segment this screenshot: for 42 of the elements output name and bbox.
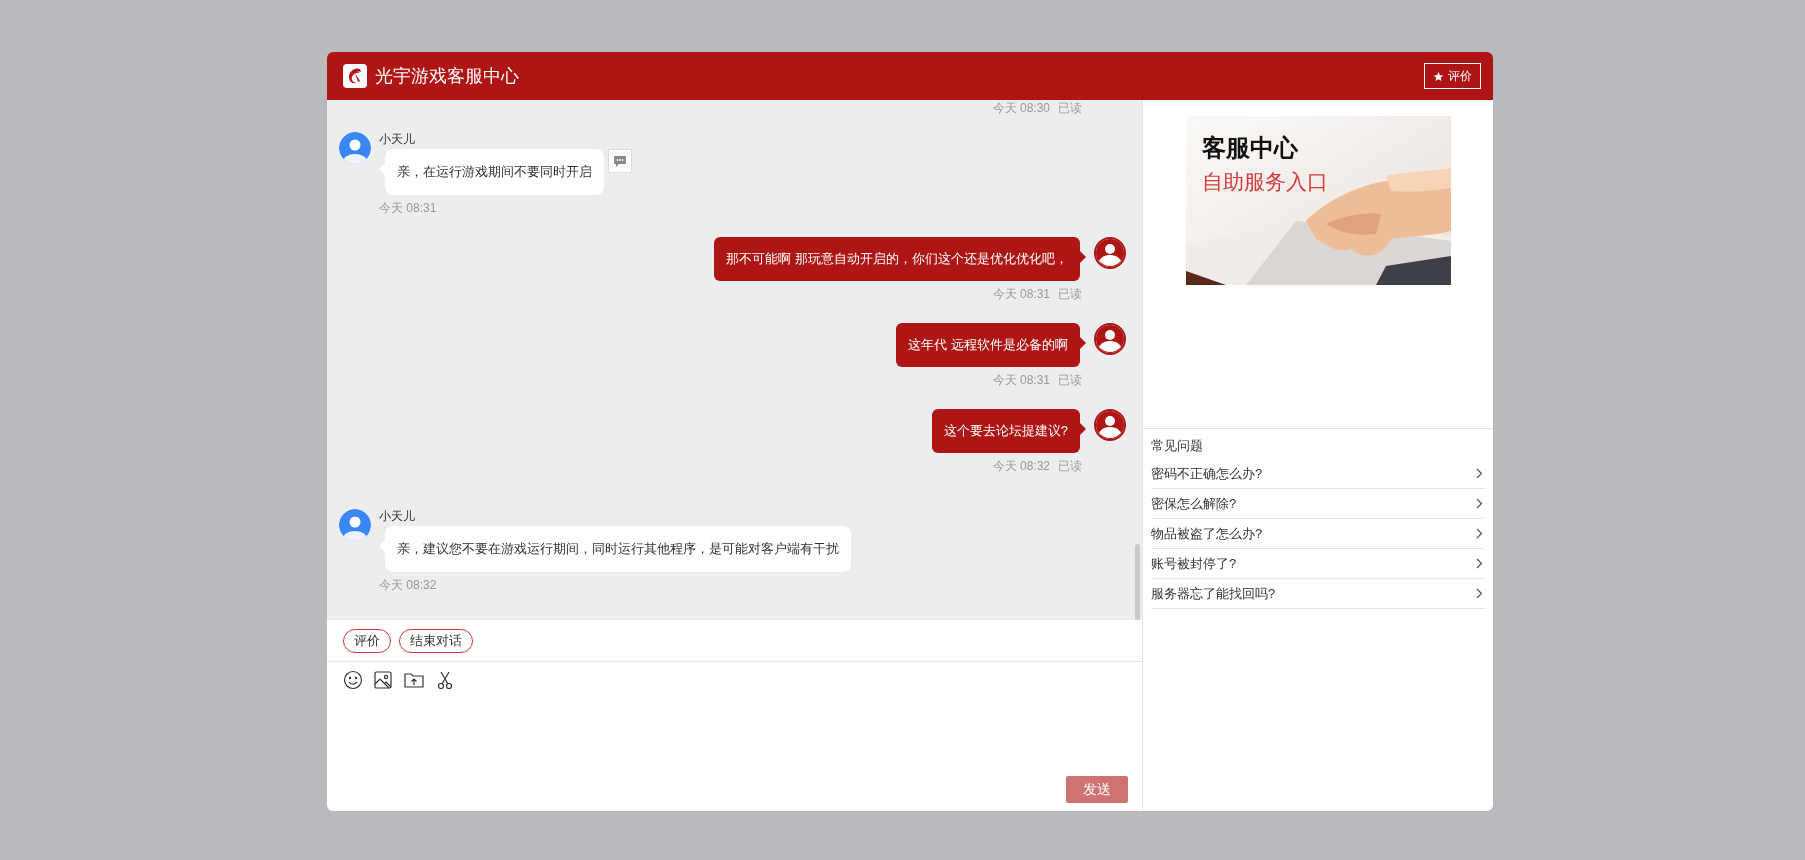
faq-heading: 常见问题 — [1151, 437, 1204, 455]
avatar-icon — [1094, 409, 1126, 441]
chevron-right-icon — [1476, 588, 1483, 599]
folder-upload-icon[interactable] — [403, 670, 425, 690]
comment-icon — [614, 155, 626, 167]
avatar-icon — [339, 509, 371, 541]
faq-item[interactable]: 账号被封停了? — [1151, 549, 1485, 579]
chevron-right-icon — [1476, 558, 1483, 569]
action-button[interactable]: 结束对话 — [399, 628, 473, 653]
emoji-icon[interactable] — [343, 670, 363, 690]
banner-subtitle: 自助服务入口 — [1201, 169, 1328, 195]
sender-name: 小天儿 — [379, 509, 416, 523]
reply-button[interactable] — [608, 149, 632, 173]
avatar-icon — [1094, 323, 1126, 355]
faq-item[interactable]: 密保怎么解除? — [1151, 489, 1485, 519]
chevron-right-icon — [1476, 468, 1483, 479]
logo-icon — [343, 64, 367, 88]
scissors-icon[interactable] — [435, 670, 455, 690]
message-time: 今天 08:30 — [992, 100, 1050, 116]
message-time: 今天 08:32 — [992, 458, 1050, 475]
read-status: 已读 — [1058, 372, 1082, 389]
message-time: 今天 08:31 — [992, 286, 1050, 303]
chevron-right-icon — [1476, 498, 1483, 509]
faq-item[interactable]: 物品被盗了怎么办? — [1151, 519, 1485, 549]
read-status: 已读 — [1058, 100, 1082, 116]
message-time: 今天 08:32 — [379, 577, 437, 594]
window-title: 光宇游戏客服中心 — [375, 64, 519, 88]
sender-name: 小天儿 — [379, 132, 416, 146]
avatar-icon — [1094, 237, 1126, 269]
image-icon[interactable] — [373, 670, 393, 690]
message-time: 今天 08:31 — [379, 200, 437, 217]
read-status: 已读 — [1058, 286, 1082, 303]
read-status: 已读 — [1058, 458, 1082, 475]
faq-item[interactable]: 服务器忘了能找回吗? — [1151, 579, 1485, 609]
star-icon — [1433, 70, 1444, 82]
banner-title: 客服中心 — [1201, 133, 1298, 163]
action-button[interactable]: 评价 — [343, 628, 391, 653]
chevron-right-icon — [1476, 528, 1483, 539]
faq-item[interactable]: 密码不正确怎么办? — [1151, 459, 1485, 489]
rate-button[interactable]: 评价 — [1424, 63, 1481, 89]
avatar-icon — [339, 132, 371, 164]
message-time: 今天 08:31 — [992, 372, 1050, 389]
